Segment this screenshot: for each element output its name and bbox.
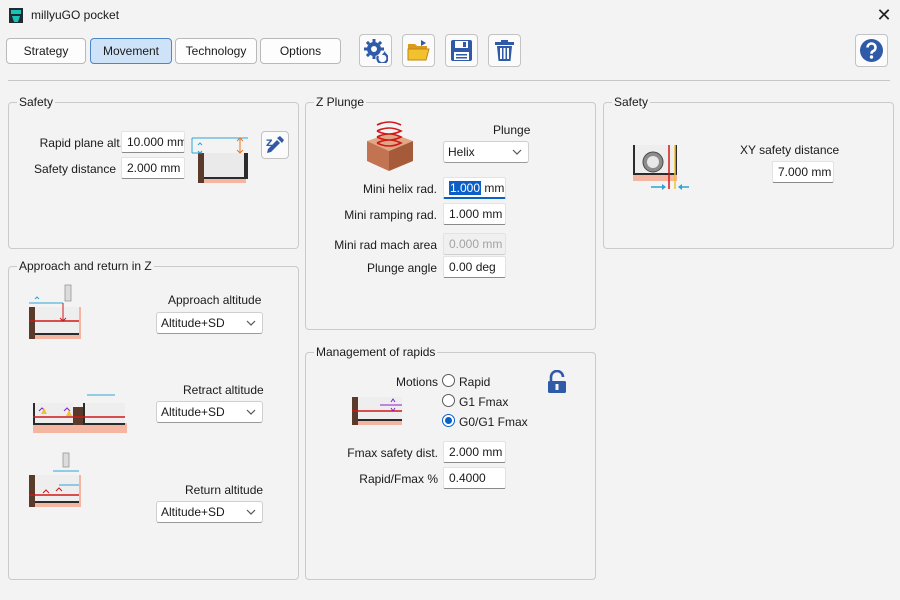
safety-group: Safety Rapid plane alt. 10.000 mm Safety…: [8, 95, 299, 249]
rapid-fmax-ratio-input[interactable]: 0.4000: [443, 467, 506, 489]
return-diagram: [29, 452, 81, 507]
fmax-safety-input[interactable]: 2.000 mm: [443, 441, 506, 463]
retract-altitude-value: Altitude+SD: [161, 405, 225, 419]
motion-rapid-radio[interactable]: [442, 374, 455, 387]
app-logo-icon: [9, 8, 23, 23]
xy-safety-label: XY safety distance: [740, 143, 840, 157]
motion-rapid-label[interactable]: Rapid: [459, 375, 490, 389]
window-title: millyuGO pocket: [31, 8, 120, 22]
retract-altitude-select[interactable]: Altitude+SD: [156, 401, 263, 423]
trash-icon: [495, 40, 514, 61]
safety-group-title: Safety: [17, 95, 56, 109]
plunge-select[interactable]: Helix: [443, 141, 529, 163]
retract-diagram: [33, 394, 127, 433]
return-altitude-value: Altitude+SD: [161, 505, 225, 519]
rapids-group: Management of rapids Motions Rapid G1 Fm…: [305, 345, 596, 580]
plunge-angle-label: Plunge angle: [366, 261, 437, 275]
motion-g1-fmax-label[interactable]: G1 Fmax: [459, 395, 508, 409]
pick-height-button[interactable]: Z: [261, 131, 289, 159]
separator: [8, 80, 890, 81]
tab-strategy[interactable]: Strategy: [6, 38, 86, 64]
rapids-diagram: [352, 397, 402, 425]
rapid-plane-input[interactable]: 10.000 mm: [121, 131, 185, 153]
svg-text:Z: Z: [266, 139, 273, 149]
motions-label: Motions: [395, 375, 438, 389]
motion-g0-g1-fmax-radio[interactable]: [442, 414, 455, 427]
eyedropper-icon: Z: [266, 136, 284, 153]
settings-button[interactable]: [359, 34, 392, 67]
approach-group-title: Approach and return in Z: [17, 259, 154, 273]
save-button[interactable]: [445, 34, 478, 67]
mini-helix-unit: mm: [484, 181, 505, 195]
title-bar: millyuGO pocket ✕: [0, 0, 900, 32]
plunge-value: Helix: [448, 145, 475, 159]
retract-altitude-label: Retract altitude: [183, 383, 264, 397]
approach-altitude-label: Approach altitude: [168, 293, 262, 307]
chevron-down-icon: [246, 409, 256, 415]
motion-g0-g1-fmax-label[interactable]: G0/G1 Fmax: [459, 415, 528, 429]
safety-distance-input[interactable]: 2.000 mm: [121, 157, 185, 179]
mini-helix-value: 1.000: [449, 181, 482, 195]
save-icon: [451, 40, 472, 61]
approach-altitude-value: Altitude+SD: [161, 316, 225, 330]
mini-helix-input[interactable]: 1.000 mm: [443, 177, 506, 199]
approach-altitude-select[interactable]: Altitude+SD: [156, 312, 263, 334]
gear-refresh-icon: [364, 39, 388, 63]
rapids-group-title: Management of rapids: [314, 345, 438, 359]
tab-options[interactable]: Options: [260, 38, 341, 64]
approach-diagram: [29, 284, 81, 339]
rapid-plane-label: Rapid plane alt.: [39, 136, 123, 150]
delete-button[interactable]: [488, 34, 521, 67]
help-icon: [860, 39, 883, 62]
plunge-angle-input[interactable]: 0.00 deg: [443, 256, 506, 278]
safety-distance-label: Safety distance: [33, 162, 116, 176]
z-plunge-group: Z Plunge Plunge Helix Mini helix rad. 1.…: [305, 95, 596, 330]
plunge-label: Plunge: [493, 123, 531, 137]
rapid-fmax-ratio-label: Rapid/Fmax %: [359, 472, 438, 486]
open-button[interactable]: [402, 34, 435, 67]
help-button[interactable]: [855, 34, 888, 67]
unlock-icon[interactable]: [546, 370, 568, 394]
open-folder-icon: [407, 40, 430, 61]
mini-ramping-input[interactable]: 1.000 mm: [443, 203, 506, 225]
motion-g1-fmax-radio[interactable]: [442, 394, 455, 407]
return-altitude-select[interactable]: Altitude+SD: [156, 501, 263, 523]
mini-helix-label: Mini helix rad.: [362, 182, 437, 196]
z-plunge-group-title: Z Plunge: [314, 95, 367, 109]
xy-safety-group-title: Safety: [612, 95, 651, 109]
tab-technology[interactable]: Technology: [175, 38, 257, 64]
xy-safety-diagram: [633, 145, 689, 190]
chevron-down-icon: [246, 509, 256, 515]
mini-rad-mach-input: 0.000 mm: [443, 233, 506, 255]
tab-movement[interactable]: Movement: [90, 38, 172, 64]
mini-rad-mach-label: Mini rad mach area: [334, 238, 437, 252]
chevron-down-icon: [246, 320, 256, 326]
mini-ramping-label: Mini ramping rad.: [344, 208, 437, 222]
approach-group: Approach and return in Z Approach altitu…: [8, 259, 299, 580]
chevron-down-icon: [512, 149, 522, 155]
fmax-safety-label: Fmax safety dist.: [347, 446, 438, 460]
safety-plane-diagram: [191, 137, 248, 183]
close-icon[interactable]: ✕: [872, 4, 896, 26]
xy-safety-input[interactable]: 7.000 mm: [772, 161, 834, 183]
helix-plunge-diagram: [367, 121, 413, 171]
xy-safety-group: Safety XY safety distance 7.000 mm: [603, 95, 894, 249]
return-altitude-label: Return altitude: [185, 483, 264, 497]
